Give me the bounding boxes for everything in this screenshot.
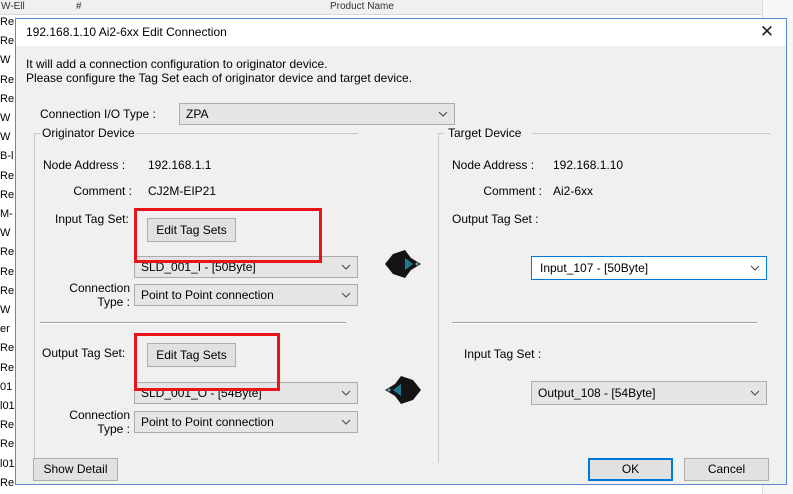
originator-comment-value: CJ2M-EIP21: [148, 184, 217, 198]
background-row-label: B-l: [0, 150, 14, 163]
background-row-label: Re: [0, 419, 15, 432]
background-row-label: M-: [0, 208, 13, 220]
target-output-tag-set-label: Output Tag Set :: [452, 212, 539, 226]
background-row-label: l01: [0, 400, 15, 412]
chevron-down-icon: [438, 111, 448, 117]
connection-io-type-label: Connection I/O Type :: [40, 107, 156, 121]
dialog-title: 192.168.1.10 Ai2-6xx Edit Connection: [26, 25, 227, 39]
intro-text-line-1: It will add a connection configuration t…: [26, 57, 328, 71]
target-comment-label: Comment :: [483, 184, 542, 198]
target-input-tag-value: Output_108 - [54Byte]: [538, 386, 656, 400]
chevron-down-icon: [341, 419, 351, 425]
background-row-label: Re: [0, 361, 15, 374]
background-row-label: Re: [0, 169, 15, 182]
output-connection-type-value: Point to Point connection: [141, 415, 274, 429]
intro-text-line-2: Please configure the Tag Set each of ori…: [26, 71, 413, 85]
originator-node-address-value: 192.168.1.1: [148, 158, 212, 172]
output-connection-type-label-line2: Type :: [97, 422, 130, 436]
originator-comment-label: Comment :: [73, 184, 132, 198]
highlight-box-output-edit: [134, 333, 280, 391]
target-node-address-label: Node Address :: [452, 158, 535, 172]
target-group-border-top: [532, 133, 770, 134]
originator-separator: [40, 322, 346, 324]
input-connection-type-select[interactable]: Point to Point connection: [134, 284, 358, 306]
ok-button[interactable]: OK: [588, 458, 673, 481]
bg-header-col-3: Product Name: [330, 1, 394, 12]
background-row-label: W: [0, 54, 11, 67]
originator-group-label: Originator Device: [42, 126, 135, 140]
chevron-down-icon: [341, 264, 351, 270]
originator-input-tag-set-label: Input Tag Set:: [55, 212, 129, 226]
background-row-label: W: [0, 131, 11, 144]
edit-connection-dialog: 192.168.1.10 Ai2-6xx Edit Connection ✕ I…: [15, 18, 787, 485]
target-input-tag-select[interactable]: Output_108 - [54Byte]: [531, 381, 767, 405]
arrow-left-icon: [385, 376, 421, 404]
background-row-label: Re: [0, 284, 15, 297]
target-output-tag-select[interactable]: Input_107 - [50Byte]: [531, 256, 767, 280]
target-group-border-left: [438, 133, 439, 463]
chevron-down-icon: [750, 265, 760, 271]
background-row-label: W: [0, 227, 11, 240]
background-row-label: 01: [0, 380, 13, 393]
background-list-header: W-Ell # Product Name: [0, 0, 793, 15]
originator-node-address-label: Node Address :: [43, 158, 126, 172]
connection-io-type-value: ZPA: [186, 107, 209, 121]
bg-header-col-2: #: [76, 1, 82, 12]
arrow-right-icon: [385, 250, 421, 278]
connection-io-type-select[interactable]: ZPA: [179, 103, 455, 125]
chevron-down-icon: [750, 390, 760, 396]
chevron-down-icon: [341, 390, 351, 396]
background-row-label: Re: [0, 73, 15, 86]
target-comment-value: Ai2-6xx: [553, 184, 594, 198]
originator-group-border-left: [34, 133, 35, 463]
output-connection-type-select[interactable]: Point to Point connection: [134, 411, 358, 433]
background-row-label: W: [0, 112, 11, 124]
background-row-label: W: [0, 304, 11, 316]
background-row-label: Re: [0, 342, 15, 355]
close-icon[interactable]: ✕: [754, 21, 780, 43]
highlight-box-input-edit: [134, 208, 322, 263]
target-node-address-value: 192.168.1.10: [553, 158, 624, 172]
originator-output-tag-set-label: Output Tag Set:: [42, 346, 126, 360]
background-row-label: Re: [0, 476, 15, 489]
background-row-label: Re: [0, 438, 15, 451]
input-connection-type-value: Point to Point connection: [141, 288, 274, 302]
background-row-label: Re: [0, 246, 15, 259]
output-connection-type-label-line1: Connection: [69, 408, 130, 422]
target-output-tag-value: Input_107 - [50Byte]: [540, 261, 649, 275]
background-row-label: Re: [0, 188, 15, 201]
bg-header-col-1: W-Ell: [1, 1, 25, 12]
cancel-button[interactable]: Cancel: [684, 458, 769, 481]
background-row-label: Re: [0, 92, 15, 105]
background-row-label: l01: [0, 457, 15, 470]
target-separator: [452, 322, 757, 324]
background-row-label: Re: [0, 35, 15, 48]
input-connection-type-label-line2: Type :: [97, 295, 130, 309]
target-group-label: Target Device: [448, 126, 522, 140]
background-row-label: er: [0, 323, 10, 336]
dialog-titlebar: 192.168.1.10 Ai2-6xx Edit Connection ✕: [16, 19, 786, 46]
target-input-tag-set-label: Input Tag Set :: [464, 347, 542, 361]
background-row-label: Re: [0, 265, 15, 278]
background-row-label: Re: [0, 16, 15, 28]
show-detail-button[interactable]: Show Detail: [33, 458, 118, 481]
chevron-down-icon: [341, 292, 351, 298]
input-connection-type-label-line1: Connection: [69, 281, 130, 295]
originator-group-border-top: [136, 133, 358, 134]
